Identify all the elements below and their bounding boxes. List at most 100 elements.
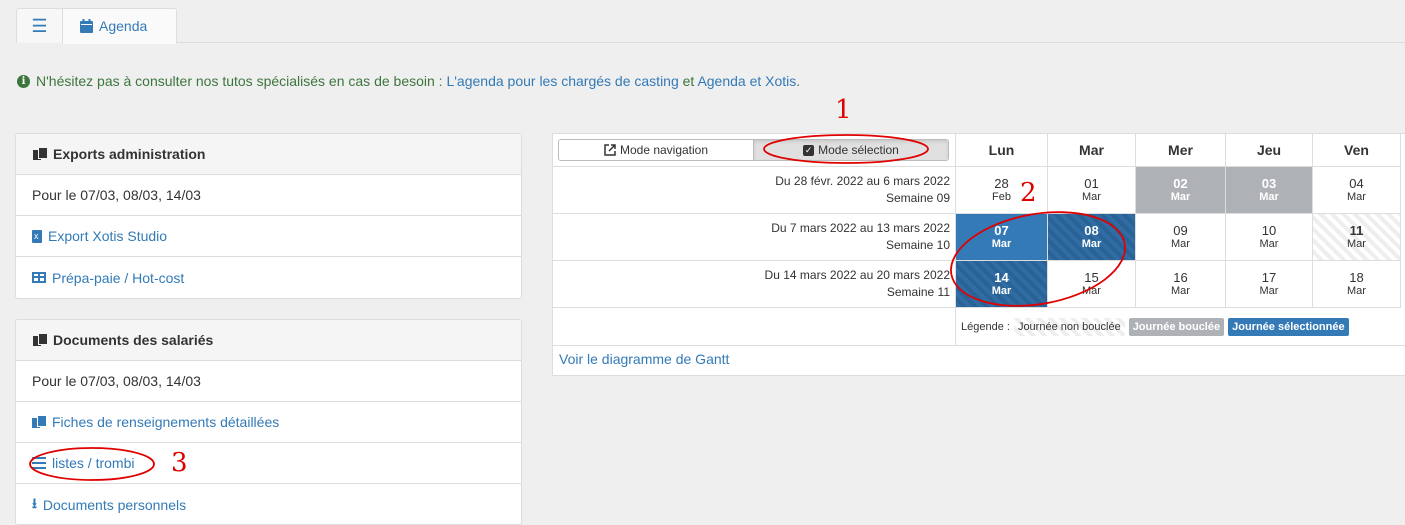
help-text: N'hésitez pas à consulter nos tutos spéc… — [36, 73, 447, 89]
export-xotis-link[interactable]: Export Xotis Studio — [16, 216, 521, 257]
day-header-lun: Lun — [956, 134, 1048, 167]
mode-navigation-label: Mode navigation — [619, 143, 709, 157]
tab-agenda-label: Agenda — [99, 18, 148, 34]
documents-dates: Pour le 07/03, 08/03, 14/03 — [16, 361, 521, 402]
day-number: 01 — [1084, 176, 1099, 191]
week-label: Du 7 mars 2022 au 13 mars 2022 Semaine 1… — [553, 214, 956, 261]
day-number: 18 — [1349, 270, 1364, 285]
day-number: 11 — [1349, 223, 1364, 238]
day-cell-open[interactable]: 11 Mar — [1313, 214, 1401, 261]
legend-label: Légende : — [961, 320, 1010, 333]
day-month: Mar — [1171, 285, 1190, 297]
tuto-xotis-link[interactable]: Agenda et Xotis — [697, 73, 796, 89]
day-cell[interactable]: 16 Mar — [1136, 261, 1226, 308]
export-xotis-label: Export Xotis Studio — [48, 228, 168, 244]
day-month: Mar — [1259, 191, 1279, 203]
day-cell[interactable]: 04 Mar — [1313, 167, 1401, 214]
annotation-number: 2 — [1020, 178, 1037, 208]
day-month: Mar — [1171, 238, 1190, 250]
tab-bar: ☰ Agenda — [16, 8, 1405, 44]
day-cell-selected[interactable]: 14 Mar — [956, 261, 1048, 308]
prepa-paie-label: Prépa-paie / Hot-cost — [52, 269, 185, 286]
documents-perso-link[interactable]: ⭳ Documents personnels — [16, 484, 521, 525]
legend-selected: Journée sélectionnée — [1228, 317, 1349, 336]
exports-panel-header: Exports administration — [16, 134, 521, 175]
day-month: Mar — [1259, 285, 1279, 297]
table-icon — [32, 272, 46, 283]
documents-title: Documents des salariés — [53, 332, 214, 348]
day-cell[interactable]: 17 Mar — [1226, 261, 1313, 308]
day-cell-selected[interactable]: 07 Mar — [956, 214, 1048, 261]
checkbox-checked-icon: ✓ — [803, 144, 815, 156]
prepa-paie-link[interactable]: Prépa-paie / Hot-cost — [16, 257, 521, 298]
list-icon — [32, 457, 46, 469]
day-cell[interactable]: 10 Mar — [1226, 214, 1313, 261]
day-header-mer: Mer — [1136, 134, 1226, 167]
day-number: 08 — [1084, 223, 1099, 238]
fiches-label: Fiches de renseignements détaillées — [52, 414, 280, 430]
day-number: 14 — [994, 270, 1009, 285]
week-label: Du 14 mars 2022 au 20 mars 2022 Semaine … — [553, 261, 956, 308]
day-cell[interactable]: 18 Mar — [1313, 261, 1401, 308]
legend: Légende : Journée non bouclée Journée bo… — [956, 308, 1405, 346]
fiches-link[interactable]: Fiches de renseignements détaillées — [16, 402, 521, 443]
tab-agenda[interactable]: Agenda — [62, 8, 177, 44]
day-cell[interactable]: 01 Mar — [1048, 167, 1136, 214]
listes-trombi-label: listes / trombi — [52, 455, 135, 471]
annotation-number: 3 — [171, 448, 188, 478]
day-number: 07 — [994, 223, 1009, 238]
day-cell-selected[interactable]: 08 Mar — [1048, 214, 1136, 261]
hamburger-icon: ☰ — [31, 15, 48, 36]
copy-icon — [32, 415, 47, 429]
tuto-casting-link[interactable]: L'agenda pour les chargés de casting — [446, 73, 678, 89]
annotation-number: 1 — [835, 95, 852, 125]
day-month: Mar — [1259, 238, 1279, 250]
day-number: 28 — [994, 176, 1009, 191]
day-month: Mar — [1347, 238, 1366, 250]
day-header-jeu: Jeu — [1226, 134, 1313, 167]
day-number: 16 — [1173, 270, 1188, 285]
day-month: Mar — [991, 285, 1012, 297]
exports-panel: Exports administration Pour le 07/03, 08… — [15, 133, 522, 299]
gantt-link[interactable]: Voir le diagramme de Gantt — [559, 351, 729, 367]
day-number: 03 — [1261, 176, 1277, 191]
external-link-icon — [604, 144, 616, 156]
exports-title: Exports administration — [53, 146, 206, 162]
menu-toggle-button[interactable]: ☰ — [16, 8, 63, 43]
week-label: Du 28 févr. 2022 au 6 mars 2022 Semaine … — [553, 167, 956, 214]
day-month: Mar — [991, 238, 1012, 250]
exports-dates: Pour le 07/03, 08/03, 14/03 — [16, 175, 521, 216]
week-number: Semaine 09 — [885, 191, 950, 205]
day-number: 10 — [1261, 223, 1277, 238]
day-month: Feb — [992, 191, 1011, 203]
day-cell-closed[interactable]: 02 Mar — [1136, 167, 1226, 214]
week-range: Du 14 mars 2022 au 20 mars 2022 — [764, 268, 950, 282]
day-month: Mar — [1081, 238, 1102, 250]
day-number: 17 — [1261, 270, 1277, 285]
help-text-mid: et — [678, 73, 698, 89]
listes-trombi-link[interactable]: listes / trombi — [16, 443, 521, 484]
week-number: Semaine 10 — [885, 238, 950, 252]
mode-header: Mode navigation ✓ Mode sélection — [553, 134, 956, 167]
mode-navigation-button[interactable]: Mode navigation — [559, 140, 753, 160]
copy-icon — [33, 147, 48, 161]
file-excel-icon — [32, 229, 42, 243]
day-number: 04 — [1349, 176, 1364, 191]
calendar-widget: Mode navigation ✓ Mode sélection Lun Mar… — [552, 133, 1405, 376]
calendar-icon — [80, 19, 93, 33]
day-month: Mar — [1170, 191, 1191, 203]
day-cell[interactable]: 15 Mar — [1048, 261, 1136, 308]
week-range: Du 7 mars 2022 au 13 mars 2022 — [771, 221, 950, 235]
mode-selection-button[interactable]: ✓ Mode sélection — [753, 140, 948, 160]
day-cell-closed[interactable]: 03 Mar — [1226, 167, 1313, 214]
day-month: Mar — [1082, 285, 1101, 297]
copy-icon — [33, 333, 48, 347]
day-header-mar: Mar — [1048, 134, 1136, 167]
mode-selection-label: Mode sélection — [818, 143, 899, 157]
day-cell[interactable]: 09 Mar — [1136, 214, 1226, 261]
day-number: 15 — [1084, 270, 1099, 285]
help-notice: i N'hésitez pas à consulter nos tutos sp… — [17, 73, 800, 89]
mode-toggle-group: Mode navigation ✓ Mode sélection — [558, 139, 949, 161]
documents-perso-label: Documents personnels — [42, 496, 187, 513]
download-icon: ⭳ — [32, 494, 37, 511]
